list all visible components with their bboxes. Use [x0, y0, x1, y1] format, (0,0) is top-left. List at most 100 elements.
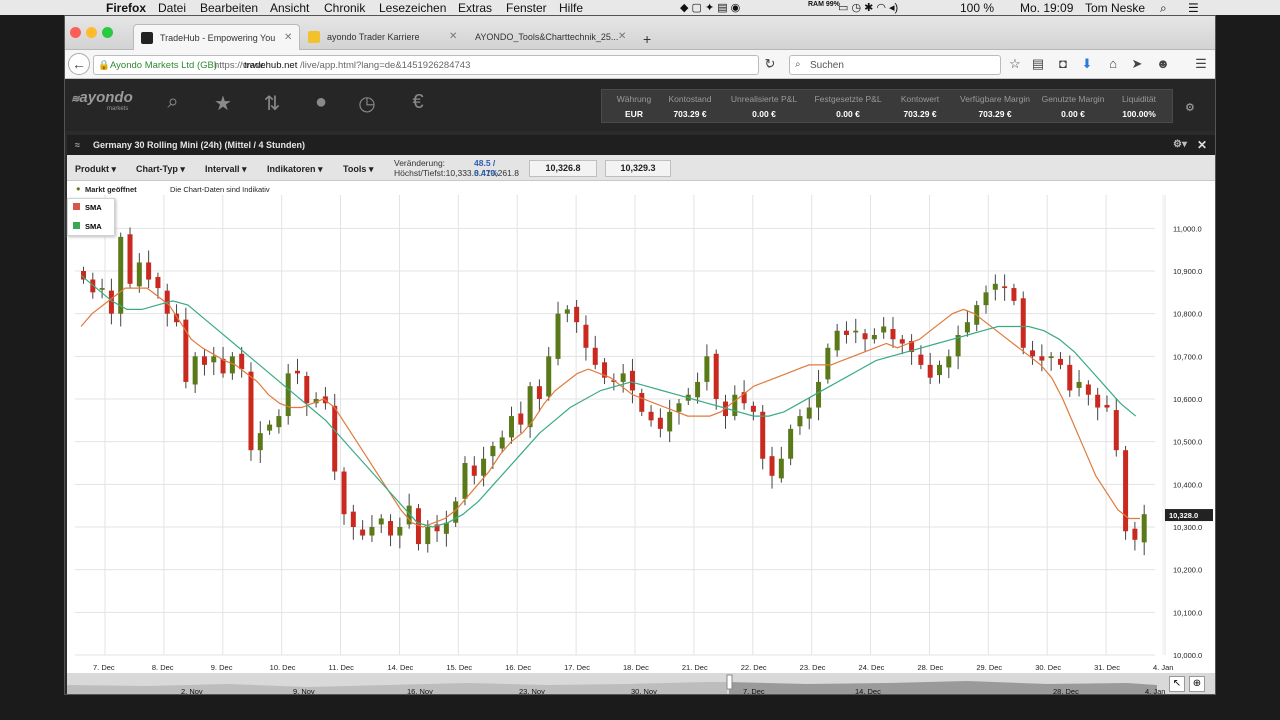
tab-ayondo-karriere[interactable]: ayondo Trader Karriere ✕	[301, 24, 463, 50]
menu-chart-typ[interactable]: Chart-Typ ▾	[136, 164, 185, 175]
notification-icon[interactable]: ☰	[1188, 1, 1199, 15]
legend-item-sma-green[interactable]: SMA	[73, 222, 102, 231]
lock-icon: 🔒	[98, 60, 110, 71]
sell-price-button[interactable]: 10,326.8	[529, 160, 597, 177]
tab-tradehub[interactable]: TradeHub - Empowering You ✕	[133, 24, 300, 50]
bookmark-star-icon[interactable]: ☆	[1007, 56, 1023, 72]
menu-produkt[interactable]: Produkt ▾	[75, 164, 116, 175]
menu-bearbeiten[interactable]: Bearbeiten	[200, 1, 258, 15]
panel-settings-icon[interactable]: ⚙▾	[1173, 139, 1187, 150]
hamburger-menu-icon[interactable]: ☰	[1193, 56, 1209, 72]
ayondo-logo[interactable]: ≋ayondo markets	[71, 89, 133, 112]
reload-icon[interactable]: ↻	[762, 56, 778, 72]
clock-icon[interactable]: ◷	[355, 91, 379, 116]
candle-body	[946, 356, 952, 368]
status-icons[interactable]: ◆ ▢ ✦ ▤ ◉	[680, 1, 740, 14]
indicator-legend[interactable]: SMA SMA	[67, 198, 115, 236]
zoom-window-button[interactable]	[102, 27, 113, 38]
back-button[interactable]: ←	[68, 53, 90, 75]
candle-body	[295, 370, 300, 374]
menu-tools[interactable]: Tools ▾	[343, 164, 373, 175]
settings-gear-icon[interactable]: ⚙	[1185, 101, 1195, 114]
navigator-label: 7. Dec	[743, 687, 765, 695]
account-unrealized-pnl: Unrealisierte P&L 0.00 €	[724, 94, 804, 119]
candle-body	[732, 394, 738, 417]
new-tab-button[interactable]: +	[639, 23, 659, 49]
account-label: Genutzte Margin	[1041, 94, 1105, 104]
crosshair-tool-icon[interactable]: ⊕	[1189, 676, 1205, 692]
change-label: Veränderung:	[394, 158, 446, 168]
candle-body	[760, 411, 766, 459]
favorites-star-icon[interactable]: ★	[211, 91, 235, 116]
system-tray-icons[interactable]: ▭ ◷ ✱ ◠ ◂)	[838, 1, 898, 14]
pointer-tool-icon[interactable]: ↖	[1169, 676, 1185, 692]
x-tick-label: 29. Dec	[976, 663, 1002, 672]
legend-swatch	[73, 222, 80, 229]
close-tab-icon[interactable]: ✕	[618, 31, 626, 42]
lightbulb-icon[interactable]: ●	[309, 91, 333, 114]
candle-body	[862, 333, 868, 340]
menu-ansicht[interactable]: Ansicht	[270, 1, 309, 15]
menubar-app-name[interactable]: Firefox	[106, 1, 146, 15]
x-tick-label: 17. Dec	[564, 663, 590, 672]
menu-indikatoren[interactable]: Indikatoren ▾	[267, 164, 323, 175]
minimize-window-button[interactable]	[86, 27, 97, 38]
navigator-handle-left[interactable]	[726, 674, 733, 690]
price-chart[interactable]: 11,000.0 10,900.0 10,800.0 10,700.0 10,600.0…	[67, 195, 1215, 673]
candle-body	[667, 411, 673, 432]
site-identity[interactable]: Ayondo Markets Ltd (GB)	[110, 60, 217, 71]
market-status: Markt geöffnet	[85, 185, 137, 194]
trade-arrows-icon[interactable]: ⇅	[260, 91, 284, 116]
search-box[interactable]: ⌕ Suchen	[789, 55, 1001, 75]
home-icon[interactable]: ⌂	[1105, 56, 1121, 71]
chart-panel: ≈ Germany 30 Rolling Mini (24h) (Mittel …	[67, 135, 1215, 695]
menu-label: Indikatoren	[267, 164, 316, 174]
x-tick-label: 15. Dec	[446, 663, 472, 672]
menu-label: Intervall	[205, 164, 240, 174]
menu-hilfe[interactable]: Hilfe	[559, 1, 583, 15]
candle-body	[816, 381, 822, 408]
url-bar[interactable]: 🔒 Ayondo Markets Ltd (GB) https://www. t…	[93, 55, 773, 75]
menu-intervall[interactable]: Intervall ▾	[205, 164, 247, 175]
navigation-bar: ← 🔒 Ayondo Markets Ltd (GB) https://www.…	[65, 50, 1215, 79]
candle-body	[853, 330, 859, 333]
url-path: /live/app.html?lang=de&1451926284743	[300, 60, 471, 71]
x-tick-label: 31. Dec	[1094, 663, 1120, 672]
euro-icon[interactable]: €	[406, 91, 430, 114]
candle-body	[992, 283, 998, 290]
close-tab-icon[interactable]: ✕	[284, 32, 292, 43]
x-tick-label: 14. Dec	[387, 663, 413, 672]
chat-icon[interactable]: ☻	[1155, 56, 1171, 71]
legend-item-sma-red[interactable]: SMA	[73, 203, 102, 212]
y-tick-label: 10,400.0	[1173, 480, 1202, 489]
candle-body	[881, 326, 887, 333]
menu-fenster[interactable]: Fenster	[506, 1, 547, 15]
user-name[interactable]: Tom Neske	[1085, 1, 1145, 15]
last-price-label: 10,328.0	[1169, 511, 1198, 520]
close-panel-icon[interactable]: ✕	[1197, 138, 1207, 152]
send-icon[interactable]: ➤	[1129, 56, 1145, 72]
search-icon[interactable]: ⌕	[161, 91, 185, 114]
tab-ayondo-tools[interactable]: AYONDO_Tools&Charttechnik_25... ✕	[463, 24, 631, 50]
menu-datei[interactable]: Datei	[158, 1, 186, 15]
close-window-button[interactable]	[70, 27, 81, 38]
spotlight-icon[interactable]: ⌕	[1160, 1, 1167, 16]
clock: Mo. 19:09	[1020, 1, 1074, 15]
menu-lesezeichen[interactable]: Lesezeichen	[379, 1, 446, 15]
candle-body	[620, 373, 626, 382]
menu-extras[interactable]: Extras	[458, 1, 492, 15]
candle-body	[360, 529, 366, 536]
candle-body	[332, 405, 338, 472]
pocket-icon[interactable]: ◘	[1055, 56, 1071, 71]
candle-body	[937, 364, 942, 376]
reading-list-icon[interactable]: ▤	[1030, 56, 1046, 72]
x-tick-label: 24. Dec	[859, 663, 885, 672]
menu-chronik[interactable]: Chronik	[324, 1, 365, 15]
chart-navigator[interactable]: 2. Nov 9. Nov 16. Nov 23. Nov 30. Nov 7.…	[67, 673, 1215, 695]
x-tick-label: 23. Dec	[800, 663, 826, 672]
candle-body	[509, 416, 514, 438]
candle-body	[1123, 450, 1129, 532]
close-tab-icon[interactable]: ✕	[449, 31, 457, 42]
download-icon[interactable]: ⬇	[1079, 56, 1095, 72]
buy-price-button[interactable]: 10,329.3	[605, 160, 671, 177]
